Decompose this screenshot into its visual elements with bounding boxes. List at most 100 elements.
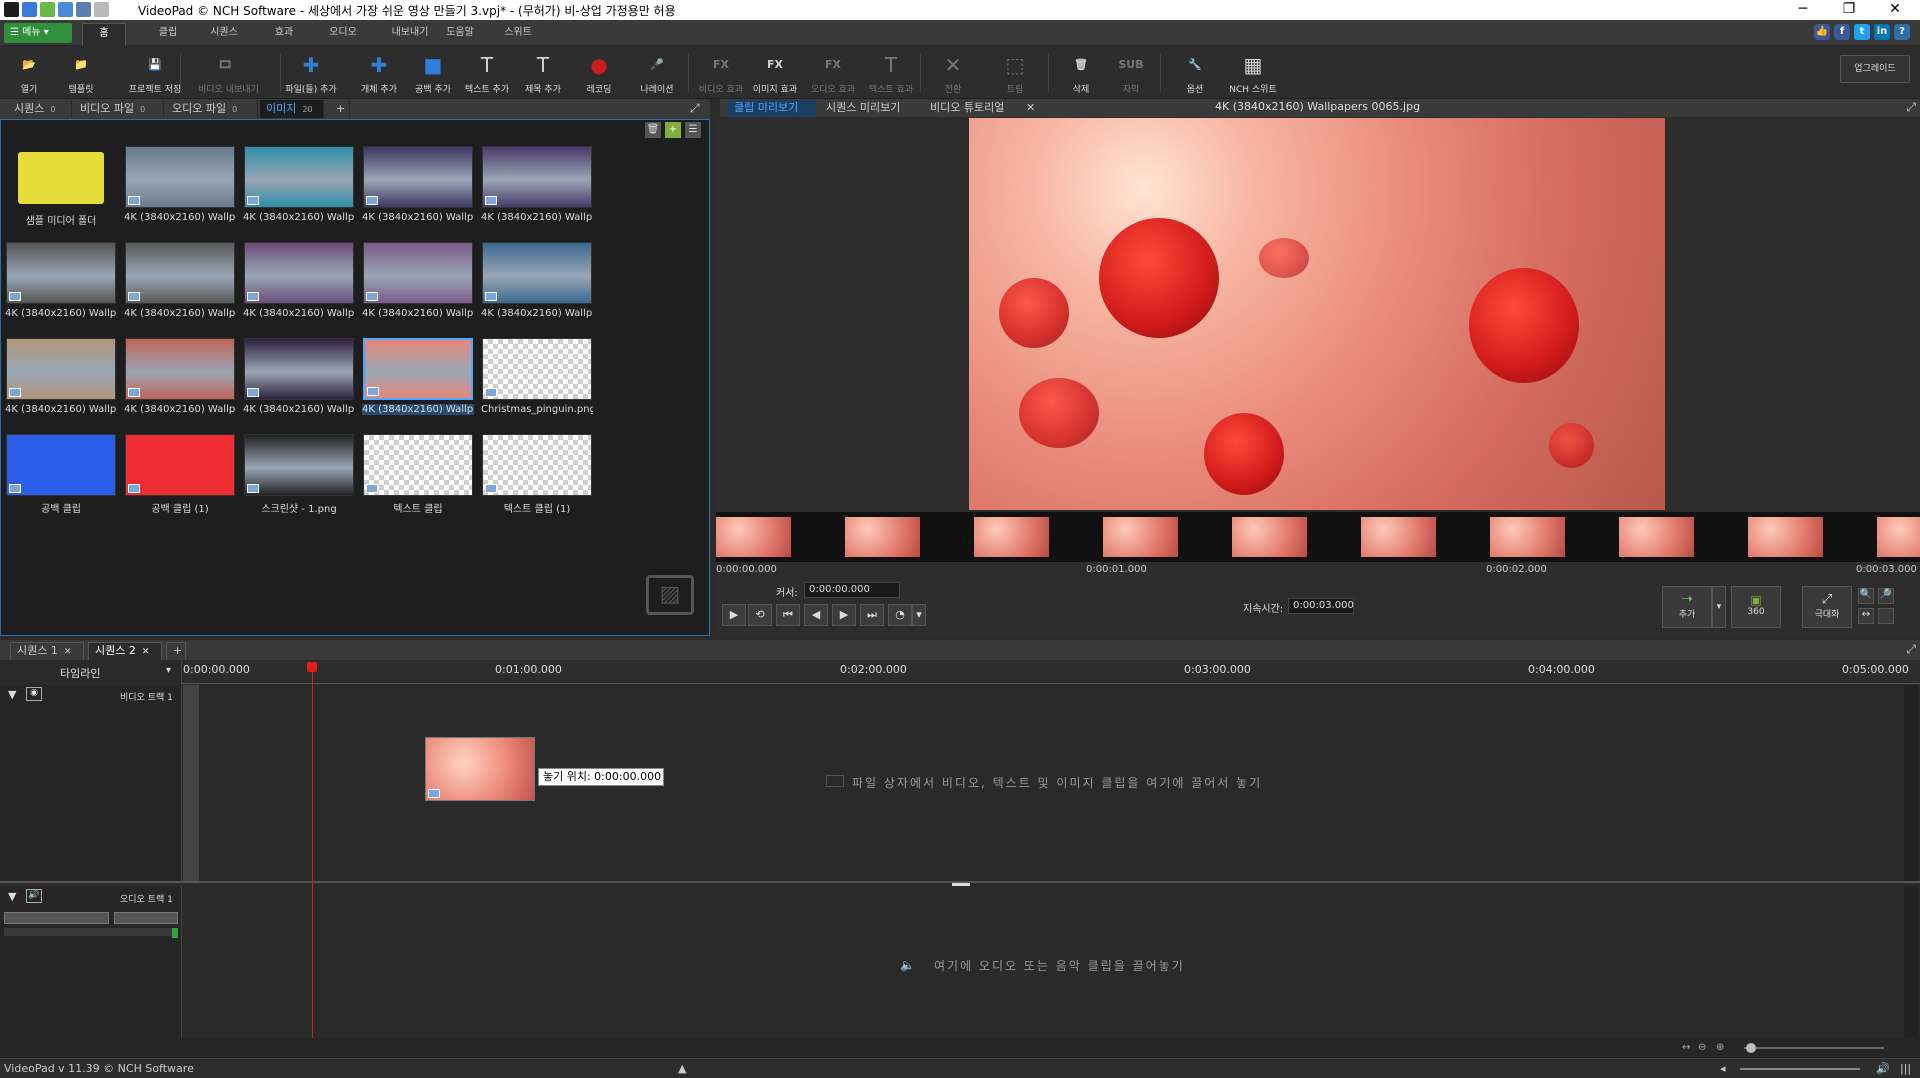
bin-tab[interactable]: 시퀀스 0 bbox=[8, 100, 72, 118]
toolbar-microphone-button[interactable]: 🎤 나레이션 bbox=[630, 49, 684, 97]
speaker-icon[interactable]: 🔊 bbox=[1876, 1062, 1890, 1075]
media-thumbnail[interactable]: 4K (3840x2160) Wallp... bbox=[243, 242, 355, 334]
pan-slider[interactable] bbox=[114, 912, 178, 924]
close-tab-icon[interactable]: ✕ bbox=[142, 647, 150, 657]
timeline-zoom-slider[interactable] bbox=[1744, 1047, 1884, 1049]
undock-icon[interactable]: ⤢ bbox=[1906, 642, 1916, 657]
audio-track-scrollbar[interactable] bbox=[1904, 886, 1918, 1038]
zoom-in-icon[interactable]: ⊕ bbox=[1716, 1042, 1728, 1054]
media-thumbnail[interactable]: 공백 클립 (1) bbox=[124, 434, 236, 526]
preview-tab[interactable]: 클립 미리보기 bbox=[728, 100, 816, 117]
media-thumbnail[interactable]: 4K (3840x2160) Wallp... bbox=[124, 338, 236, 430]
video-track-1[interactable]: ▼ ◉ 비디오 트랙 1 파일 상자에서 비디오, 텍스트 및 이미지 클립을 … bbox=[0, 685, 1920, 883]
collapse-icon[interactable]: ▼ bbox=[8, 688, 16, 701]
sequence-tab[interactable]: 시퀀스 2 ✕ bbox=[88, 642, 162, 660]
previous-frame-button[interactable]: ◀ bbox=[804, 604, 828, 626]
add-bin-tab-button[interactable]: + bbox=[330, 100, 350, 118]
toolbar-audio-effects-button[interactable]: FX 오디오 효과 bbox=[806, 49, 860, 97]
undock-icon[interactable]: ⤢ bbox=[1906, 100, 1916, 115]
volume-down-icon[interactable]: ◂ bbox=[1720, 1062, 1726, 1075]
bin-tab[interactable]: 오디오 파일 0 bbox=[166, 100, 258, 118]
media-thumbnail[interactable]: 4K (3840x2160) Wallp... bbox=[362, 242, 474, 334]
vr-360-button[interactable]: ▣ 360 bbox=[1731, 586, 1781, 628]
add-dropdown-icon[interactable]: ▾ bbox=[1712, 586, 1726, 628]
media-thumbnail[interactable]: 텍스트 클립 (1) bbox=[481, 434, 593, 526]
media-thumbnail[interactable]: 4K (3840x2160) Wallp... bbox=[5, 242, 117, 334]
toolbar-options-button[interactable]: 🔧 옵션 bbox=[1168, 49, 1222, 97]
menu-tab[interactable]: 홈 bbox=[82, 23, 126, 46]
toolbar-image-effects-button[interactable]: FX 이미지 효과 bbox=[748, 49, 802, 97]
go-to-start-button[interactable]: ⏮ bbox=[776, 604, 800, 626]
toolbar-text-effects-button[interactable]: T 텍스트 효과 bbox=[864, 49, 918, 97]
speed-button[interactable]: ◔ bbox=[888, 604, 912, 626]
toolbar-delete-button[interactable]: 🗑 삭제 bbox=[1054, 49, 1108, 97]
media-thumbnail[interactable]: 공백 클립 bbox=[5, 434, 117, 526]
timeline-ruler[interactable]: 타임라인 ▾ 0:00:00.000 0:01:00.000 0:02:00.000… bbox=[0, 660, 1920, 684]
media-thumbnail[interactable]: 4K (3840x2160) Wallp... bbox=[243, 146, 355, 238]
new-folder-icon[interactable]: + bbox=[665, 122, 681, 138]
toolbar-nch-suite-button[interactable]: ▦ NCH 스위트 bbox=[1226, 49, 1280, 97]
media-thumbnail[interactable]: 4K (3840x2160) Wallp... bbox=[362, 146, 474, 238]
zoom-out-icon[interactable]: ⊖ bbox=[1698, 1042, 1710, 1054]
playhead-handle[interactable] bbox=[307, 662, 317, 672]
open-project-icon[interactable] bbox=[40, 2, 55, 17]
toolbar-folder-open-button[interactable]: 📂 열기 bbox=[2, 49, 56, 97]
linkedin-icon[interactable]: in bbox=[1874, 24, 1890, 40]
dragged-clip[interactable] bbox=[425, 737, 535, 801]
speaker-icon[interactable]: 🔊 bbox=[26, 889, 42, 903]
save-icon[interactable] bbox=[58, 2, 73, 17]
go-to-end-button[interactable]: ⏭ bbox=[860, 604, 884, 626]
audio-track-1[interactable]: ▼ 🔊 오디오 트랙 1 🔈 여기에 오디오 또는 음악 클립을 끌어놓기 bbox=[0, 886, 1920, 1038]
toolbar-add-blank-button[interactable]: ■ 공백 추가 bbox=[406, 49, 460, 97]
media-thumbnail[interactable]: 4K (3840x2160) Wallp... bbox=[243, 338, 355, 430]
close-tab-icon[interactable]: ✕ bbox=[1020, 100, 1035, 117]
close-button[interactable]: ✕ bbox=[1872, 0, 1918, 20]
volume-slider[interactable] bbox=[4, 912, 109, 924]
main-menu-button[interactable]: ☰ 메뉴 ▾ bbox=[4, 23, 72, 43]
media-thumbnail[interactable]: 4K (3840x2160) Wallp... bbox=[481, 146, 593, 238]
play-button[interactable]: ▶ bbox=[722, 604, 746, 626]
next-frame-button[interactable]: ▶ bbox=[832, 604, 856, 626]
bin-tab[interactable]: 이미지 20 bbox=[260, 100, 324, 118]
like-icon[interactable]: 👍 bbox=[1814, 24, 1830, 40]
list-view-icon[interactable]: ☰ bbox=[685, 122, 701, 138]
twitter-icon[interactable]: t bbox=[1854, 24, 1870, 40]
loop-button[interactable]: ⟲ bbox=[748, 604, 772, 626]
add-sequence-button[interactable]: + bbox=[166, 642, 186, 660]
toolbar-add-text-button[interactable]: T 텍스트 추가 bbox=[460, 49, 514, 97]
bin-tab[interactable]: 비디오 파일 0 bbox=[74, 100, 164, 118]
timeline-horizontal-scrollbar[interactable]: ↔ ⊖ ⊕ bbox=[0, 1038, 1920, 1058]
preview-tab[interactable]: 비디오 튜토리얼 bbox=[924, 100, 1034, 117]
preview-ruler[interactable]: 0:00:00.000 0:00:01.000 0:00:02.000 0:00:03… bbox=[716, 562, 1920, 578]
help-icon[interactable]: ? bbox=[1894, 24, 1910, 40]
timeline-mode-select[interactable]: 타임라인 ▾ bbox=[0, 660, 182, 684]
video-track-scrollbar[interactable] bbox=[1904, 685, 1918, 881]
minimize-button[interactable]: ─ bbox=[1780, 0, 1826, 20]
toolbar-transition-button[interactable]: ✕ 전환 bbox=[926, 49, 980, 97]
new-project-icon[interactable] bbox=[22, 2, 37, 17]
restore-button[interactable]: ❐ bbox=[1826, 0, 1872, 20]
media-thumbnail[interactable]: Christmas_pinguin.png bbox=[481, 338, 593, 430]
menu-tab[interactable]: 도움말 bbox=[440, 23, 480, 46]
toolbar-video-effects-button[interactable]: FX 비디오 효과 bbox=[694, 49, 748, 97]
expand-up-icon[interactable]: ▲ bbox=[678, 1062, 686, 1075]
duration-field[interactable]: 0:00:03.000 bbox=[1288, 598, 1354, 614]
trash-icon[interactable]: 🗑 bbox=[645, 122, 661, 138]
undo-icon[interactable] bbox=[76, 2, 91, 17]
menu-tab[interactable]: 스위트 bbox=[500, 23, 536, 46]
redo-icon[interactable] bbox=[94, 2, 109, 17]
media-thumbnail[interactable]: 텍스트 클립 bbox=[362, 434, 474, 526]
toolbar-save-button[interactable]: 💾 프로젝트 저장 bbox=[128, 49, 182, 97]
toolbar-add-object-button[interactable]: ✚ 개체 추가 bbox=[352, 49, 406, 97]
media-thumbnail[interactable]: 스크린샷 - 1.png bbox=[243, 434, 355, 526]
media-thumbnail[interactable]: 4K (3840x2160) Wallp... bbox=[124, 146, 236, 238]
media-thumbnail[interactable]: 4K (3840x2160) Wallp... bbox=[481, 242, 593, 334]
zoom-out-icon[interactable]: 🔎 bbox=[1878, 588, 1894, 604]
menu-tab[interactable]: 클립 bbox=[150, 23, 186, 46]
menu-tab[interactable]: 효과 bbox=[266, 23, 302, 46]
fullscreen-button[interactable]: ⤢ 극대화 bbox=[1802, 586, 1852, 628]
fit-timeline-icon[interactable]: ↔ bbox=[1682, 1042, 1694, 1054]
collapse-icon[interactable]: ▼ bbox=[8, 890, 16, 903]
cursor-time-field[interactable]: 0:00:00.000 bbox=[804, 582, 900, 598]
visibility-icon[interactable]: ◉ bbox=[26, 687, 42, 701]
